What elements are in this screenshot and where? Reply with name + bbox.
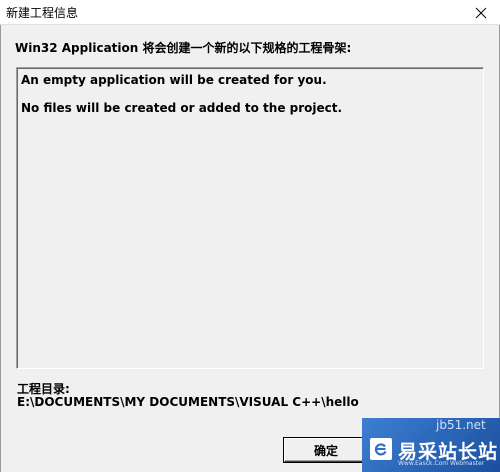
watermark-banner: jb51.net 易采站长站 Www.Easck.Com Webmaster (362, 418, 500, 472)
ok-button[interactable]: 确定 (284, 438, 368, 462)
window-title: 新建工程信息 (6, 6, 79, 20)
close-icon (475, 7, 487, 18)
title-bar: 新建工程信息 (0, 0, 500, 25)
watermark-tagline: Www.Easck.Com Webmaster (398, 460, 485, 467)
dialog-body: Win32 Application 将会创建一个新的以下规格的工程骨架: An … (0, 25, 500, 472)
info-line: An empty application will be created for… (21, 73, 327, 87)
close-button[interactable] (466, 0, 496, 25)
info-line: No files will be created or added to the… (21, 101, 343, 115)
e-logo-icon (370, 438, 392, 460)
project-directory-path: E:\DOCUMENTS\MY DOCUMENTS\VISUAL C++\hel… (17, 395, 359, 409)
project-info-box: An empty application will be created for… (16, 67, 484, 369)
dialog-heading: Win32 Application 将会创建一个新的以下规格的工程骨架: (15, 41, 352, 55)
watermark-site: jb51.net (436, 418, 486, 432)
